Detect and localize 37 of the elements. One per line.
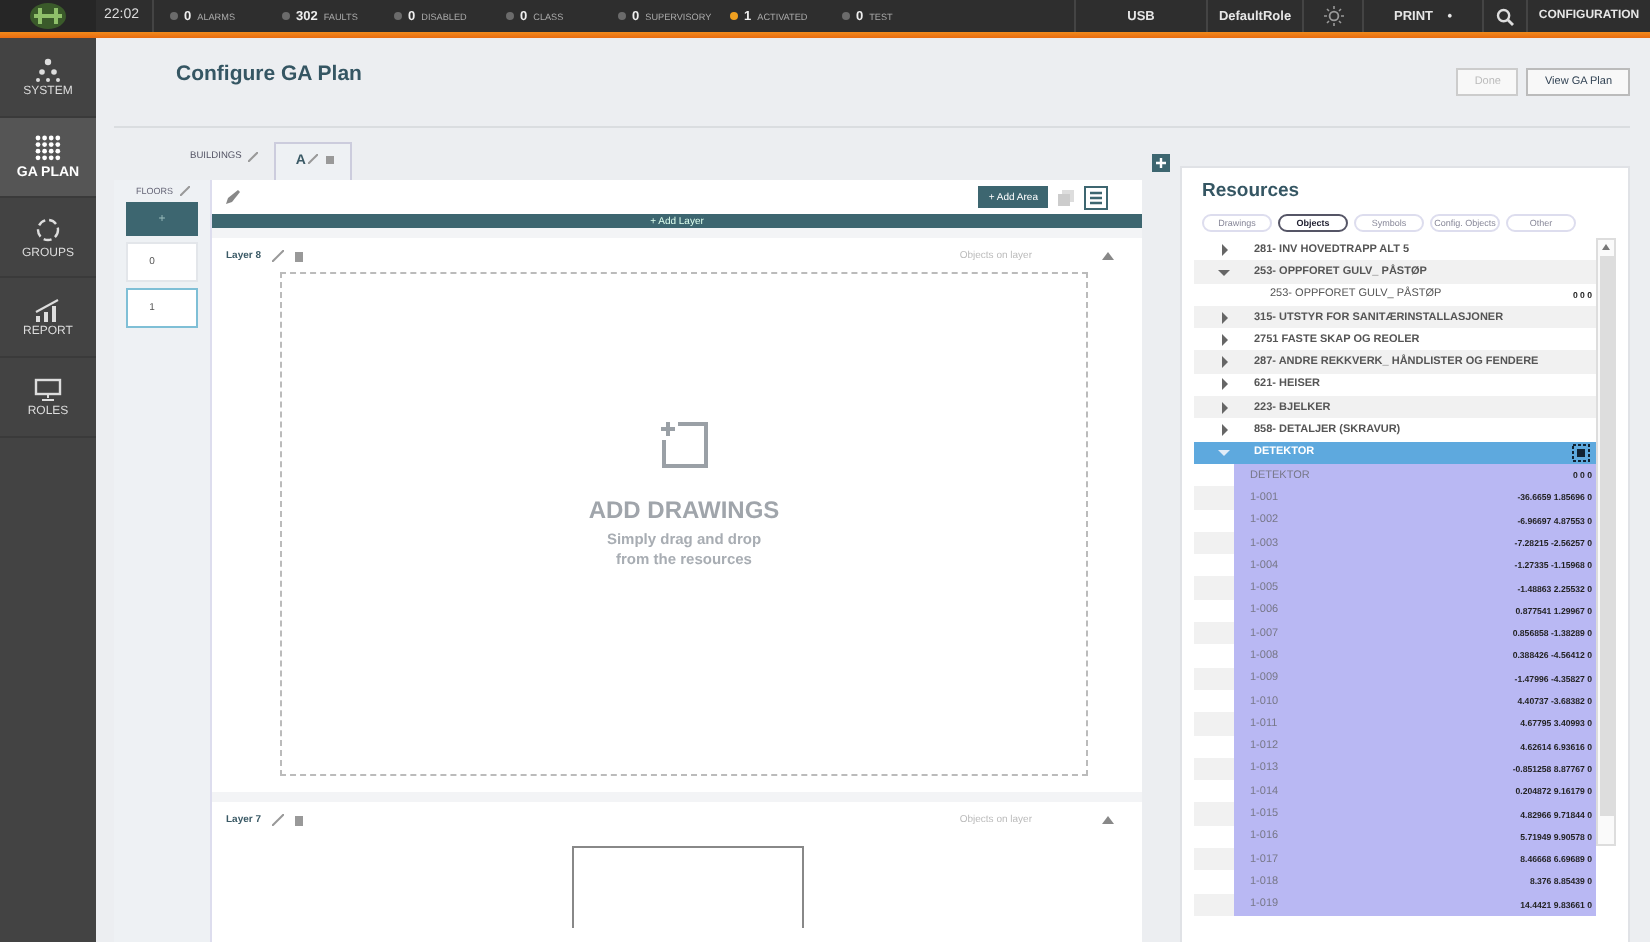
pencil-icon[interactable] [271,814,284,826]
monitor-icon [34,377,62,401]
resources-title: Resources [1202,180,1302,202]
floor-drawing[interactable] [572,846,804,928]
expand-caret-icon[interactable] [1218,311,1230,324]
add-drawings-title: ADD DRAWINGS [588,495,780,523]
scrollbar[interactable] [1596,238,1616,846]
expand-caret-icon[interactable] [1218,356,1230,369]
pencil-icon[interactable] [271,250,284,262]
list-icon[interactable] [1084,185,1108,210]
expand-caret-icon[interactable] [1218,424,1230,437]
trash-icon[interactable] [325,154,334,164]
select-icon[interactable] [1572,443,1590,462]
dot-grid-icon [34,134,62,162]
hierarchy-icon [34,57,62,81]
brightness-icon[interactable] [1323,6,1343,26]
collapse-caret-icon[interactable] [1218,446,1230,459]
trash-icon[interactable] [293,250,304,262]
collapse-caret-icon[interactable] [1102,252,1114,260]
expand-caret-icon[interactable] [1218,243,1230,256]
bar-chart-icon [34,297,62,321]
pencil-icon[interactable] [179,186,190,196]
page-title: Configure GA Plan [176,62,364,86]
add-drawing-icon [659,419,709,469]
circle-nodes-icon [34,215,62,243]
pencil-icon[interactable] [307,154,318,164]
add-button[interactable] [1152,154,1170,172]
expand-caret-icon[interactable] [1218,401,1230,414]
pencil-icon[interactable] [224,188,242,207]
trash-icon[interactable] [293,814,304,826]
scroll-up-icon[interactable] [1602,244,1610,250]
search-icon[interactable] [1496,7,1514,25]
collapse-caret-icon[interactable] [1102,816,1114,824]
pencil-icon[interactable] [247,152,258,162]
expand-caret-icon[interactable] [1218,333,1230,346]
expand-caret-icon[interactable] [1218,378,1230,391]
collapse-caret-icon[interactable] [1218,265,1230,278]
